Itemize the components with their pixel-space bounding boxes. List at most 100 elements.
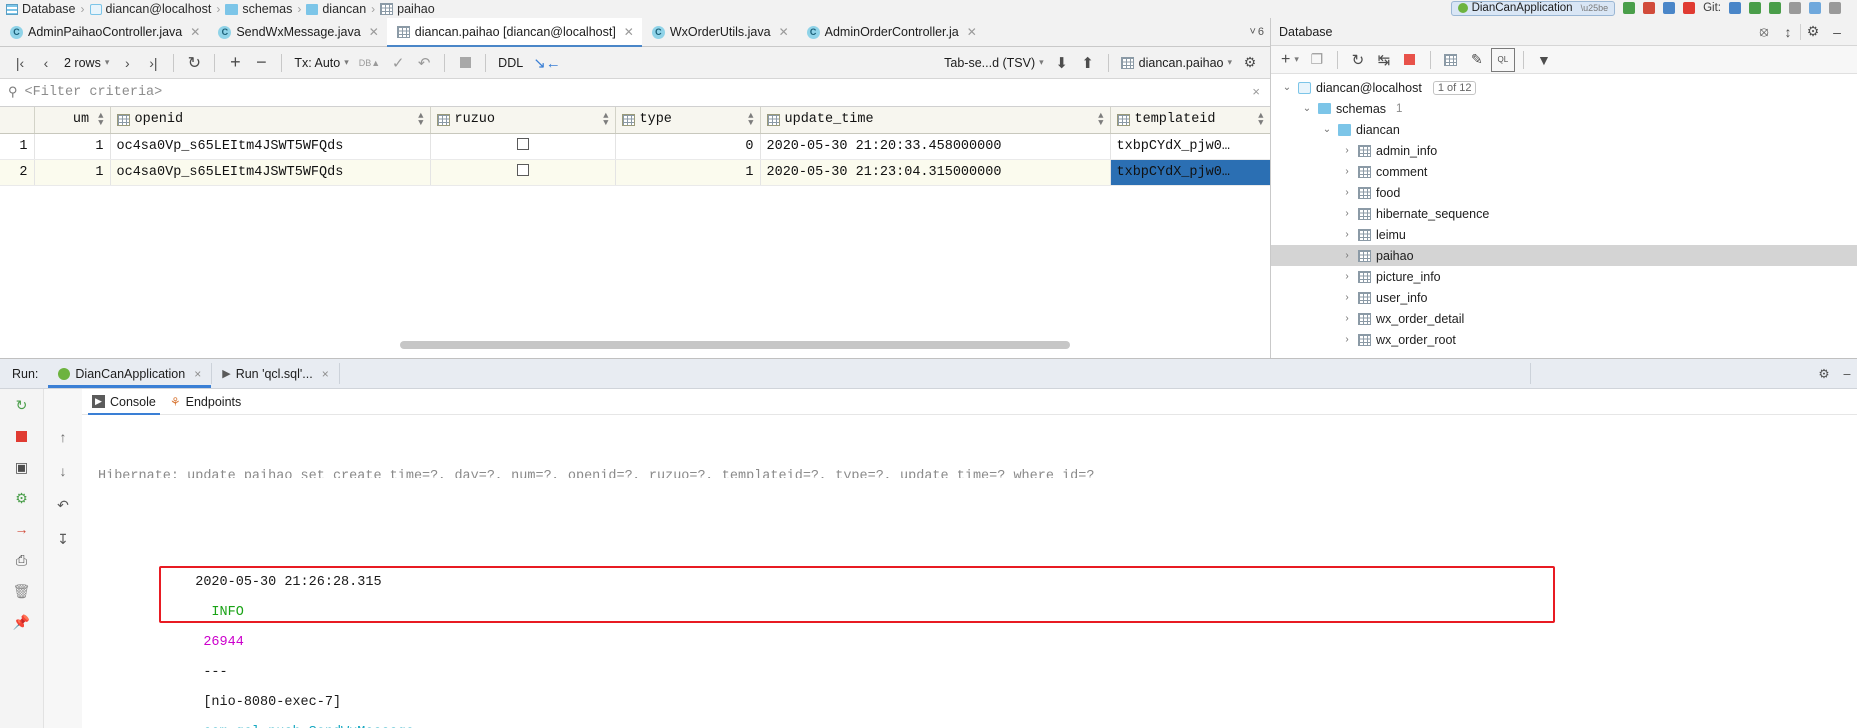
soft-wrap-icon[interactable]: ↶: [53, 495, 73, 515]
scroll-to-end-icon[interactable]: ↧: [53, 529, 73, 549]
console-output[interactable]: ▶ Console ⚘ Endpoints Hibernate: update …: [82, 389, 1857, 728]
stop-icon[interactable]: [1683, 2, 1696, 14]
reload-icon[interactable]: ↻: [182, 51, 206, 75]
column-header-templateid[interactable]: templateid ▲ ▼: [1110, 107, 1270, 134]
cell-ruzuo[interactable]: [430, 159, 616, 186]
data-source-selector[interactable]: diancan.paihao ▾: [1117, 51, 1236, 75]
tree-node-user-info[interactable]: › user_info: [1271, 287, 1857, 308]
table-row[interactable]: 1 1 oc4sa0Vp_s65LEItm4JSWT5WFQds 0 2020-…: [0, 133, 1270, 160]
sort-arrows-icon[interactable]: ▲ ▼: [1098, 111, 1103, 127]
cancel-query-icon[interactable]: [453, 51, 477, 75]
modify-table-icon[interactable]: ↘←: [529, 51, 565, 75]
gear-icon[interactable]: ⚙: [1238, 51, 1262, 75]
console-tab-console[interactable]: ▶ Console: [88, 389, 160, 415]
commit-icon[interactable]: ✓: [386, 51, 410, 75]
editor-tab-diancan-paihao[interactable]: diancan.paihao [diancan@localhost] ✕: [386, 18, 642, 47]
cell-update-time[interactable]: 2020-05-30 21:20:33.458000000: [760, 133, 1111, 160]
next-page-button[interactable]: ›: [115, 51, 139, 75]
locate-icon[interactable]: ⦻: [1752, 23, 1776, 40]
table-editor-icon[interactable]: [1439, 48, 1463, 72]
layout-icon[interactable]: [1829, 2, 1841, 14]
breadcrumb-item-schema[interactable]: diancan: [304, 2, 368, 16]
tree-node-admin-info[interactable]: › admin_info: [1271, 140, 1857, 161]
chevron-down-icon[interactable]: ⌄: [1301, 103, 1313, 114]
rerun-icon[interactable]: ↻: [12, 395, 32, 415]
tree-node-diancan[interactable]: ⌄ diancan: [1271, 119, 1857, 140]
chevron-right-icon[interactable]: ›: [1341, 208, 1353, 219]
add-icon[interactable]: + ▾: [1277, 48, 1303, 72]
scroll-down-icon[interactable]: ↓: [53, 461, 73, 481]
checkbox-icon[interactable]: [516, 137, 529, 150]
copy-icon[interactable]: ❐: [1305, 48, 1329, 72]
query-console-icon[interactable]: QL: [1490, 47, 1515, 72]
run-tab-qcl-sql[interactable]: ▶ Run 'qcl.sql'... ×: [212, 359, 339, 388]
chevron-down-icon[interactable]: ⌄: [1281, 82, 1293, 93]
minimize-icon[interactable]: –: [1837, 359, 1857, 388]
search-everywhere-icon[interactable]: [1809, 2, 1821, 14]
cell-openid[interactable]: oc4sa0Vp_s65LEItm4JSWT5WFQds: [110, 159, 431, 186]
chevron-right-icon[interactable]: ›: [1341, 271, 1353, 282]
console-tab-endpoints[interactable]: ⚘ Endpoints: [170, 389, 241, 415]
previous-page-button[interactable]: ‹: [34, 51, 58, 75]
breadcrumb-item-database[interactable]: Database: [4, 2, 78, 16]
table-row[interactable]: 2 1 oc4sa0Vp_s65LEItm4JSWT5WFQds 1 2020-…: [0, 159, 1270, 186]
sort-arrows-icon[interactable]: ▲ ▼: [418, 111, 423, 127]
column-header-openid[interactable]: openid ▲ ▼: [110, 107, 431, 134]
export-format-selector[interactable]: Tab-se...d (TSV) ▾: [940, 51, 1048, 75]
filter-input[interactable]: <Filter criteria>: [25, 85, 163, 100]
print-icon[interactable]: ⎙: [12, 550, 32, 570]
tree-node-connection[interactable]: ⌄ diancan@localhost 1 of 12: [1271, 77, 1857, 98]
thread-dump-icon[interactable]: ⚙: [12, 488, 32, 508]
sort-arrows-icon[interactable]: ▲ ▼: [603, 111, 608, 127]
sort-arrows-icon[interactable]: ▲ ▼: [98, 111, 103, 127]
run-configuration-selector[interactable]: DianCanApplication \u25be: [1450, 0, 1616, 16]
delete-icon[interactable]: 🗑: [12, 581, 32, 601]
filter-icon[interactable]: ▼: [1532, 48, 1556, 72]
refresh-icon[interactable]: ↻: [1346, 48, 1370, 72]
update-project-icon[interactable]: [1729, 2, 1741, 14]
tree-node-wx-order-detail[interactable]: › wx_order_detail: [1271, 308, 1857, 329]
check-icon[interactable]: [1769, 2, 1781, 14]
cell-type[interactable]: 0: [615, 133, 761, 160]
grid-horizontal-scrollbar[interactable]: [400, 341, 1070, 349]
db-submit-icon[interactable]: DB▲: [355, 51, 384, 75]
chevron-right-icon[interactable]: ›: [1341, 313, 1353, 324]
cell-num[interactable]: 1: [34, 133, 111, 160]
breadcrumb-item-table[interactable]: paihao: [378, 2, 437, 16]
close-icon[interactable]: ×: [1252, 85, 1260, 100]
first-page-button[interactable]: |‹: [8, 51, 32, 75]
close-icon[interactable]: ×: [322, 367, 329, 381]
tab-overflow-button[interactable]: ˅ 6: [1243, 18, 1270, 46]
filter-bar[interactable]: ⚲ <Filter criteria> ×: [0, 79, 1270, 107]
editor-tab-admin-order-controller[interactable]: C AdminOrderController.ja ✕: [797, 18, 985, 46]
ddl-button[interactable]: DDL: [494, 51, 527, 75]
run-sql-icon[interactable]: ↹: [1372, 48, 1396, 72]
cell-openid[interactable]: oc4sa0Vp_s65LEItm4JSWT5WFQds: [110, 133, 431, 160]
cell-type[interactable]: 1: [615, 159, 761, 186]
close-icon[interactable]: ×: [194, 367, 201, 381]
cell-update-time[interactable]: 2020-05-30 21:23:04.315000000: [760, 159, 1111, 186]
stop-icon[interactable]: [12, 426, 32, 446]
transaction-mode-selector[interactable]: Tx: Auto ▾: [290, 51, 352, 75]
breadcrumb-item-schemas[interactable]: schemas: [223, 2, 294, 16]
breadcrumb-item-connection[interactable]: diancan@localhost: [88, 2, 214, 16]
tree-node-schemas[interactable]: ⌄ schemas 1: [1271, 98, 1857, 119]
tree-node-hibernate-sequence[interactable]: › hibernate_sequence: [1271, 203, 1857, 224]
chevron-down-icon[interactable]: ⌄: [1321, 124, 1333, 135]
column-header-update-time[interactable]: update_time ▲ ▼: [760, 107, 1111, 134]
console-log[interactable]: Hibernate: update paihao set create_time…: [82, 415, 1857, 728]
edit-icon[interactable]: ✎: [1465, 48, 1489, 72]
chevron-right-icon[interactable]: ›: [1341, 145, 1353, 156]
stop-icon[interactable]: [1398, 48, 1422, 72]
column-header-ruzuo[interactable]: ruzuo ▲ ▼: [430, 107, 616, 134]
scroll-up-icon[interactable]: ↑: [53, 427, 73, 447]
chevron-right-icon[interactable]: ›: [1341, 292, 1353, 303]
add-row-button[interactable]: +: [223, 51, 247, 75]
rollback-icon[interactable]: ↶: [412, 51, 436, 75]
cell-num[interactable]: 1: [34, 159, 111, 186]
tree-node-paihao[interactable]: › paihao: [1271, 245, 1857, 266]
tree-node-wx-order-root[interactable]: › wx_order_root: [1271, 329, 1857, 350]
close-icon[interactable]: ✕: [779, 25, 789, 39]
close-icon[interactable]: ✕: [369, 25, 379, 39]
cell-templateid[interactable]: txbpCYdX_pjw0…: [1110, 133, 1270, 160]
